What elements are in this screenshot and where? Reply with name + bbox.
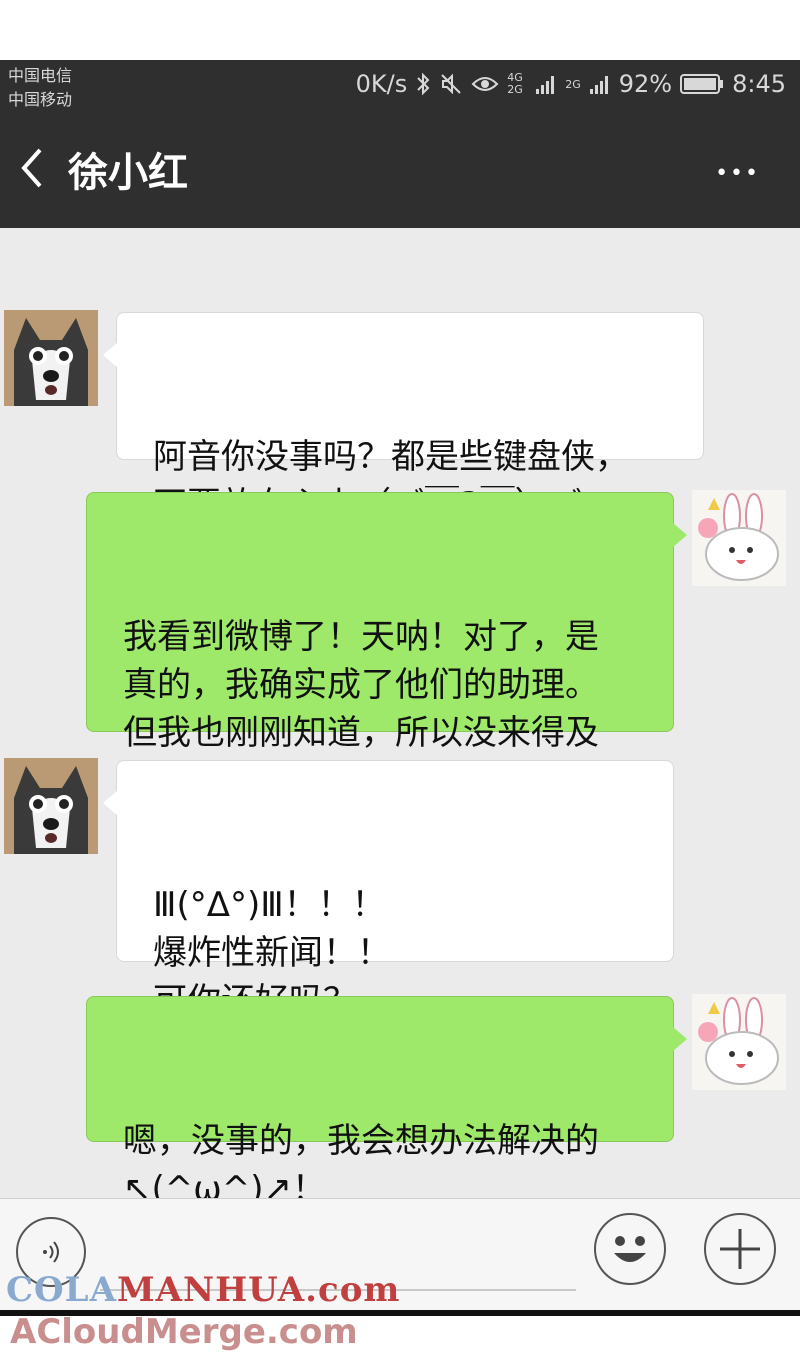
contact-avatar[interactable] — [4, 758, 98, 854]
carriers: 中国电信 中国移动 — [8, 64, 72, 112]
system-indicators: 0K/s 4G 2G 2G 92% 8:45 — [356, 70, 786, 98]
bluetooth-icon — [417, 72, 430, 96]
status-bar: 中国电信 中国移动 0K/s 4G 2G 2G 92% 8:45 — [0, 60, 800, 118]
smiley-icon — [614, 1236, 646, 1262]
signal-1-label: 4G 2G — [507, 71, 523, 96]
self-avatar[interactable] — [692, 490, 786, 586]
battery-icon — [680, 74, 724, 94]
message-text: 嗯，没事的，我会想办法解决的 ↖(^ω^)↗！ — [123, 1121, 599, 1209]
back-button[interactable] — [18, 146, 44, 201]
voice-icon — [43, 1241, 59, 1263]
carrier-1: 中国电信 — [8, 66, 73, 85]
watermark-colamanhua: COLAMANHUA.com — [6, 1270, 400, 1310]
contact-name: 徐小红 — [68, 150, 188, 196]
watermark-prefix: COLA — [6, 1270, 117, 1310]
watermark-acloudmerge: ACloudMerge.com — [10, 1312, 358, 1352]
carrier-2: 中国移动 — [8, 90, 73, 109]
more-actions-button[interactable] — [704, 1213, 776, 1285]
message-list[interactable]: 阿音你没事吗？都是些键盘侠， 不要放在心上（づ￣3￣）づ╭。 我看到微博了！天呐… — [0, 228, 800, 1209]
chat-header: 徐小红 ••• — [0, 118, 800, 228]
emoji-button[interactable] — [594, 1213, 666, 1285]
bubble-tail — [103, 343, 117, 367]
bubble-tail — [103, 791, 117, 815]
bunny-avatar-icon — [692, 490, 786, 586]
clock: 8:45 — [732, 70, 786, 98]
bunny-avatar-icon — [692, 994, 786, 1090]
signal-2-label: 2G — [565, 77, 581, 91]
more-icon: ••• — [715, 161, 760, 186]
message-bubble-outgoing[interactable]: 嗯，没事的，我会想办法解决的 ↖(^ω^)↗！ — [86, 996, 687, 1209]
signal-bars-2-icon — [589, 76, 608, 94]
husky-avatar-icon — [4, 310, 98, 406]
more-menu-button[interactable]: ••• — [715, 148, 760, 189]
mute-icon — [441, 73, 461, 95]
bubble-tail — [673, 1027, 687, 1051]
message-bubble-incoming[interactable]: 阿音你没事吗？都是些键盘侠， 不要放在心上（づ￣3￣）づ╭。 — [103, 312, 704, 525]
message-bubble-incoming[interactable]: Ⅲ(°Δ°)Ⅲ！！！ 爆炸性新闻！！ 可你还好吗？ — [103, 760, 674, 1021]
contact-avatar[interactable] — [4, 310, 98, 406]
bubble-tail — [673, 523, 687, 547]
self-avatar[interactable] — [692, 994, 786, 1090]
net-speed: 0K/s — [355, 70, 408, 98]
battery-percent: 92% — [618, 70, 673, 98]
husky-avatar-icon — [4, 758, 98, 854]
chevron-left-icon — [21, 148, 42, 188]
watermark-rest: MANHUA.com — [116, 1270, 401, 1310]
eye-icon — [471, 77, 499, 91]
message-bubble-outgoing[interactable]: 我看到微博了！天呐！对了，是 真的，我确实成了他们的助理。 但我也刚刚知道，所以… — [86, 492, 687, 801]
signal-bars-icon — [536, 76, 555, 94]
plus-icon — [720, 1229, 760, 1269]
